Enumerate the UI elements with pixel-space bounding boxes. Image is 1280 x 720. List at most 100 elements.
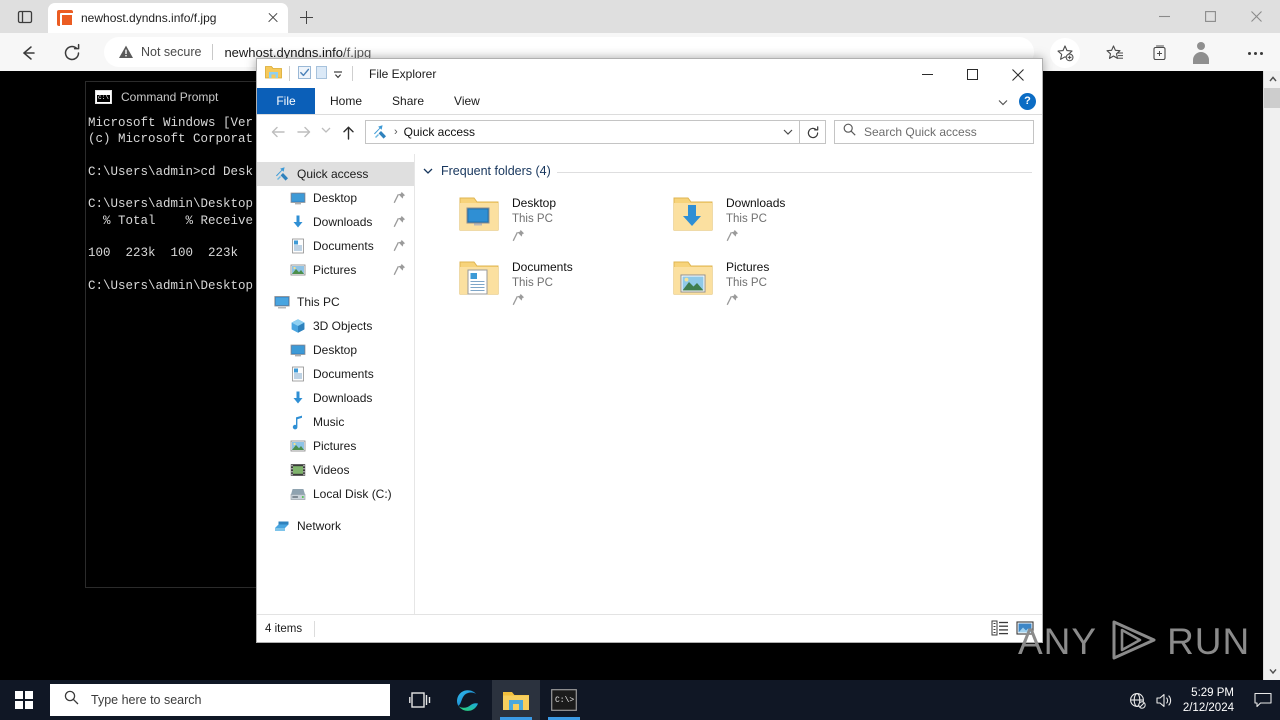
- navigation-pane[interactable]: Quick access Desktop Downloads Documents Pic…: [257, 154, 415, 614]
- help-button[interactable]: ?: [1019, 93, 1036, 110]
- folder-tile[interactable]: Desktop This PC: [455, 188, 669, 252]
- up-arrow-icon[interactable]: [335, 119, 361, 145]
- sidebar-item-downloads[interactable]: Downloads: [257, 386, 414, 410]
- scrollbar-thumb[interactable]: [1264, 88, 1280, 108]
- pin-icon[interactable]: [393, 191, 406, 204]
- browser-close-button[interactable]: [1233, 0, 1279, 32]
- explorer-close-button[interactable]: [995, 59, 1040, 88]
- new-tab-button[interactable]: [293, 6, 319, 30]
- reload-icon[interactable]: [58, 39, 86, 67]
- customize-chevron-icon[interactable]: [331, 67, 345, 81]
- forward-arrow-icon[interactable]: [291, 119, 317, 145]
- file-list-pane[interactable]: Frequent folders (4) Desktop This PC Downl…: [415, 154, 1042, 614]
- sidebar-item-music[interactable]: Music: [257, 410, 414, 434]
- refresh-icon[interactable]: [800, 119, 826, 144]
- pin-icon[interactable]: [393, 239, 406, 252]
- star-plus-icon[interactable]: [1050, 38, 1080, 68]
- profile-avatar-icon[interactable]: [1190, 38, 1220, 68]
- folder-tile-name: Pictures: [726, 260, 770, 274]
- svg-text:C:\>: C:\>: [555, 696, 574, 705]
- explorer-maximize-button[interactable]: [950, 59, 995, 88]
- divider: [289, 66, 290, 81]
- pin-icon[interactable]: [512, 229, 525, 242]
- sidebar-item-label: This PC: [297, 295, 340, 309]
- chevron-down-icon[interactable]: [777, 121, 799, 143]
- explorer-minimize-button[interactable]: [905, 59, 950, 88]
- folder-tile[interactable]: Pictures This PC: [669, 252, 883, 316]
- section-header[interactable]: Frequent folders (4): [415, 154, 1042, 178]
- taskbar-item-microsoft-edge[interactable]: [444, 680, 492, 720]
- sidebar-item-this-pc[interactable]: This PC: [257, 290, 414, 314]
- page-scrollbar[interactable]: [1263, 71, 1280, 680]
- notification-icon[interactable]: [1246, 680, 1280, 720]
- new-folder-icon[interactable]: [314, 65, 331, 82]
- taskbar-item-task-view[interactable]: [396, 680, 444, 720]
- folder-tile[interactable]: Documents This PC: [455, 252, 669, 316]
- pin-icon[interactable]: [393, 263, 406, 276]
- folder-tile[interactable]: Downloads This PC: [669, 188, 883, 252]
- navigation-bar: › Quick access Search Quick access: [257, 115, 1042, 148]
- screen: newhost.dyndns.info/f.jpg Not secure new…: [0, 0, 1280, 720]
- close-icon[interactable]: [264, 9, 282, 27]
- tab-title: newhost.dyndns.info/f.jpg: [81, 11, 217, 25]
- nav-group-gap: [257, 506, 414, 514]
- 3d-objects-icon: [290, 318, 306, 334]
- pin-icon[interactable]: [512, 293, 525, 306]
- taskbar-search-placeholder: Type here to search: [91, 693, 202, 707]
- taskbar-item-command-prompt[interactable]: C:\>: [540, 680, 588, 720]
- sidebar-item-label: Documents: [313, 239, 374, 253]
- tab-home[interactable]: Home: [315, 88, 377, 114]
- taskbar-item-file-explorer[interactable]: [492, 680, 540, 720]
- pin-icon[interactable]: [393, 215, 406, 228]
- chevron-down-icon[interactable]: [421, 164, 435, 178]
- back-arrow-icon[interactable]: [14, 39, 42, 67]
- more-options-icon[interactable]: [1240, 38, 1270, 68]
- taskbar-search-input[interactable]: Type here to search: [50, 684, 390, 716]
- tab-view[interactable]: View: [439, 88, 495, 114]
- sidebar-item-pictures[interactable]: Pictures: [257, 258, 414, 282]
- properties-icon[interactable]: [297, 65, 314, 82]
- sidebar-item-label: Network: [297, 519, 342, 533]
- collections-icon[interactable]: [1145, 38, 1175, 68]
- volume-icon[interactable]: [1151, 680, 1177, 720]
- breadcrumb-separator: ›: [394, 125, 398, 138]
- large-icons-view-icon[interactable]: [1016, 620, 1034, 638]
- browser-minimize-button[interactable]: [1141, 0, 1187, 32]
- recent-locations-chevron-icon[interactable]: [317, 119, 335, 145]
- sidebar-item-local-disk-c-[interactable]: Local Disk (C:): [257, 482, 414, 506]
- tab-share[interactable]: Share: [377, 88, 439, 114]
- pin-icon[interactable]: [726, 293, 739, 306]
- sidebar-item-documents[interactable]: Documents: [257, 362, 414, 386]
- scroll-down-icon[interactable]: [1264, 663, 1280, 680]
- sidebar-item-desktop[interactable]: Desktop: [257, 186, 414, 210]
- sidebar-item-pictures[interactable]: Pictures: [257, 434, 414, 458]
- taskbar-clock[interactable]: 5:29 PM 2/12/2024: [1177, 686, 1246, 716]
- sidebar-item-documents[interactable]: Documents: [257, 234, 414, 258]
- search-input[interactable]: Search Quick access: [834, 119, 1034, 144]
- sidebar-item-downloads[interactable]: Downloads: [257, 210, 414, 234]
- tab-favicon-icon: [57, 10, 74, 27]
- sidebar-item-network[interactable]: Network: [257, 514, 414, 538]
- sidebar-item-quick-access[interactable]: Quick access: [257, 162, 414, 186]
- sidebar-item-label: Pictures: [313, 263, 357, 277]
- browser-tab[interactable]: newhost.dyndns.info/f.jpg: [48, 3, 288, 33]
- sidebar-item-desktop[interactable]: Desktop: [257, 338, 414, 362]
- breadcrumb-address-bar[interactable]: › Quick access: [365, 119, 800, 144]
- browser-maximize-button[interactable]: [1187, 0, 1233, 32]
- favorites-list-icon[interactable]: [1100, 38, 1130, 68]
- windows-start-icon[interactable]: [0, 680, 48, 720]
- tab-file[interactable]: File: [257, 88, 315, 114]
- folder-tiles: Desktop This PC Downloads This PC Documents T…: [415, 178, 1042, 316]
- sidebar-item-3d-objects[interactable]: 3D Objects: [257, 314, 414, 338]
- folder-tile-location: This PC: [512, 213, 553, 225]
- sidebar-item-label: Music: [313, 415, 345, 429]
- network-globe-icon[interactable]: [1125, 680, 1151, 720]
- back-arrow-icon[interactable]: [265, 119, 291, 145]
- details-view-icon[interactable]: [991, 620, 1009, 638]
- file-explorer-window[interactable]: File Explorer File Home Share View ? › Q…: [256, 58, 1043, 643]
- chevron-down-icon[interactable]: [996, 95, 1010, 109]
- tab-actions-icon[interactable]: [13, 5, 37, 29]
- sidebar-item-videos[interactable]: Videos: [257, 458, 414, 482]
- security-status-label: Not secure: [141, 45, 202, 59]
- pin-icon[interactable]: [726, 229, 739, 242]
